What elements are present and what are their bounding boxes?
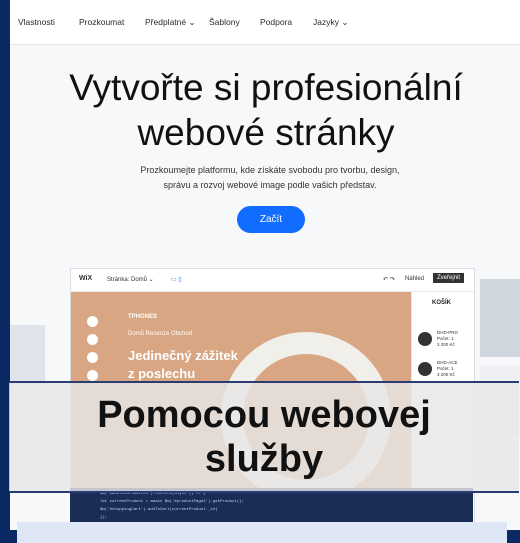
caption-overlay: Pomocou webovej služby — [9, 381, 519, 493]
undo-redo-icon[interactable]: ↶ ↷ — [383, 276, 395, 283]
editor-toolbar: WiX Stránka: Domů ⌄ ▭ ▯ ↶ ↷ Náhled Zveře… — [71, 269, 474, 292]
cart-item: DHD-PRO Počet: 1 3 200 Kč — [437, 330, 458, 348]
cart-item-price: 3 200 Kč — [437, 372, 455, 377]
side-preview-right-photo — [480, 279, 520, 357]
media-icon[interactable] — [87, 370, 98, 381]
hero-title-line2: webové stránky — [137, 112, 395, 153]
wix-logo: WiX — [79, 275, 93, 282]
editor-left-rail — [87, 316, 99, 388]
cart-title: KOŠÍK — [432, 300, 452, 306]
hero-subtitle-line1: Prozkoumejte platformu, kde získáte svob… — [140, 165, 400, 175]
plus-icon[interactable] — [87, 334, 98, 345]
start-button[interactable]: Začít — [237, 206, 305, 233]
bottom-strip — [17, 522, 507, 543]
hero-title-line1: Vytvořte si profesionální — [69, 67, 463, 108]
site-headline-line1: Jedinečný zážitek — [128, 348, 238, 363]
side-preview-left — [10, 325, 45, 385]
code-line: $w('#shoppingCart').addToCart(currentPro… — [100, 508, 218, 512]
nav-item-languages[interactable]: Jazyky ⌄ — [313, 17, 348, 28]
nav-item-features[interactable]: Vlastnosti — [18, 17, 55, 27]
cart-item-image — [418, 362, 432, 376]
nav-item-pricing[interactable]: Předplatné ⌄ — [145, 17, 196, 28]
cart-item-price: 3 200 Kč — [437, 342, 455, 347]
site-headline: Jedinečný zážitek z poslechu — [128, 347, 238, 383]
code-line: let currentProduct = await $w('#productP… — [100, 500, 245, 504]
nav-item-support[interactable]: Podpora — [260, 17, 292, 27]
apps-icon[interactable] — [87, 352, 98, 363]
cart-item: DHD-ACE Počet: 1 3 200 Kč — [437, 360, 458, 378]
device-toggle-icon[interactable]: ▭ ▯ — [171, 276, 182, 283]
publish-button[interactable]: Zveřejnit — [433, 273, 465, 283]
nav-item-explore[interactable]: Prozkoumat — [79, 17, 124, 27]
site-brand: TPHONES — [128, 314, 158, 320]
nav-item-templates[interactable]: Šablony — [209, 17, 240, 27]
page-selector[interactable]: Stránka: Domů ⌄ — [107, 276, 154, 283]
top-navigation: Vlastnosti Prozkoumat Předplatné ⌄ Šablo… — [10, 0, 520, 45]
add-icon[interactable] — [87, 316, 98, 327]
hero-subtitle-line2: správu a rozvoj webové image podle vašic… — [163, 180, 377, 190]
preview-button[interactable]: Náhled — [405, 276, 424, 282]
cart-item-image — [418, 332, 432, 346]
caption-text: Pomocou webovej služby — [97, 394, 431, 480]
code-line: }); — [100, 516, 108, 520]
site-nav-links: Domů Recenze Obchod — [128, 331, 193, 337]
